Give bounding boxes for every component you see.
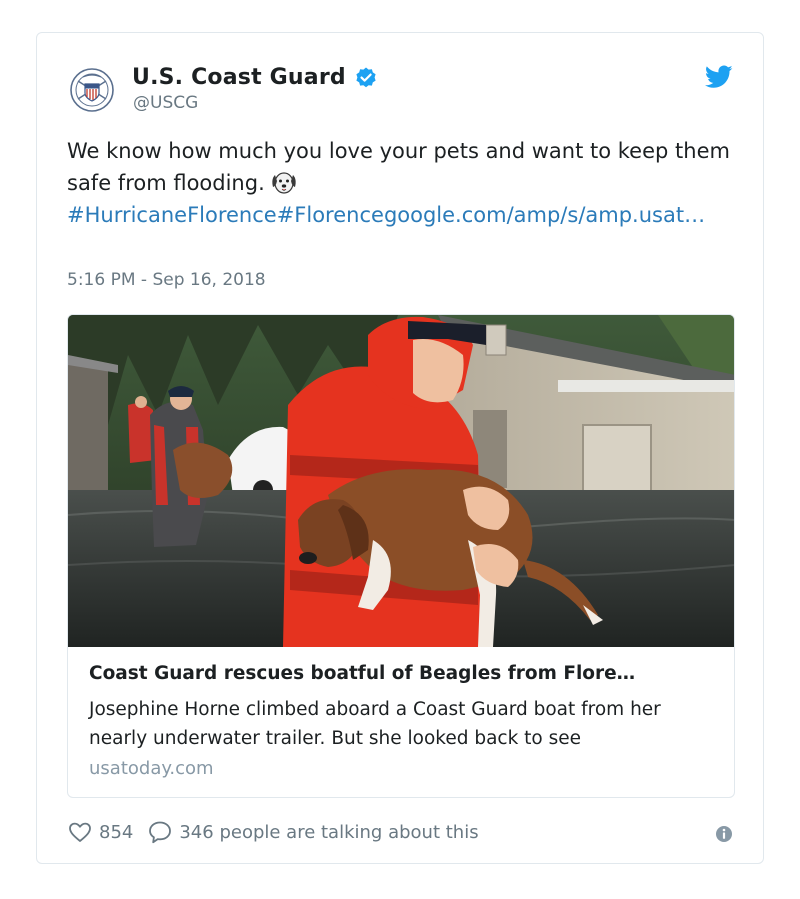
url-link[interactable]: google.com/amp/s/amp.usat…: [384, 203, 705, 227]
speech-bubble-icon[interactable]: [147, 819, 173, 845]
reply-action[interactable]: 346 people are talking about this: [147, 819, 479, 845]
verified-badge-icon: [356, 67, 376, 87]
embedded-tweet: U.S. Coast Guard @USCG We know how much …: [36, 32, 764, 864]
info-icon[interactable]: [715, 825, 733, 843]
dog-face-icon: [272, 172, 296, 194]
card-domain: usatoday.com: [89, 758, 214, 779]
tweet-timestamp[interactable]: 5:16 PM - Sep 16, 2018: [67, 270, 266, 290]
link-preview-card[interactable]: Coast Guard rescues boatful of Beagles f…: [67, 314, 735, 798]
action-row: 854 346 people are talking about this: [67, 819, 479, 845]
like-action[interactable]: 854: [67, 819, 133, 845]
coast-guard-seal-icon[interactable]: [69, 67, 115, 113]
reply-text[interactable]: 346 people are talking about this: [179, 822, 478, 843]
author-handle[interactable]: @USCG: [133, 93, 198, 113]
author-name[interactable]: U.S. Coast Guard: [132, 65, 346, 90]
like-count[interactable]: 854: [99, 822, 133, 843]
author-name-row[interactable]: U.S. Coast Guard: [132, 65, 378, 90]
hashtag-hurricane-florence-link[interactable]: #HurricaneFlorence: [67, 203, 277, 227]
hashtag-florence-link[interactable]: #Florence: [277, 203, 384, 227]
tweet-body-text: We know how much you love your pets and …: [67, 139, 730, 195]
heart-icon[interactable]: [67, 819, 93, 845]
card-description: Josephine Horne climbed aboard a Coast G…: [89, 699, 661, 749]
card-image: [68, 315, 734, 647]
card-title[interactable]: Coast Guard rescues boatful of Beagles f…: [89, 663, 719, 684]
tweet-text: We know how much you love your pets and …: [67, 135, 739, 231]
twitter-bird-icon[interactable]: [705, 65, 733, 89]
